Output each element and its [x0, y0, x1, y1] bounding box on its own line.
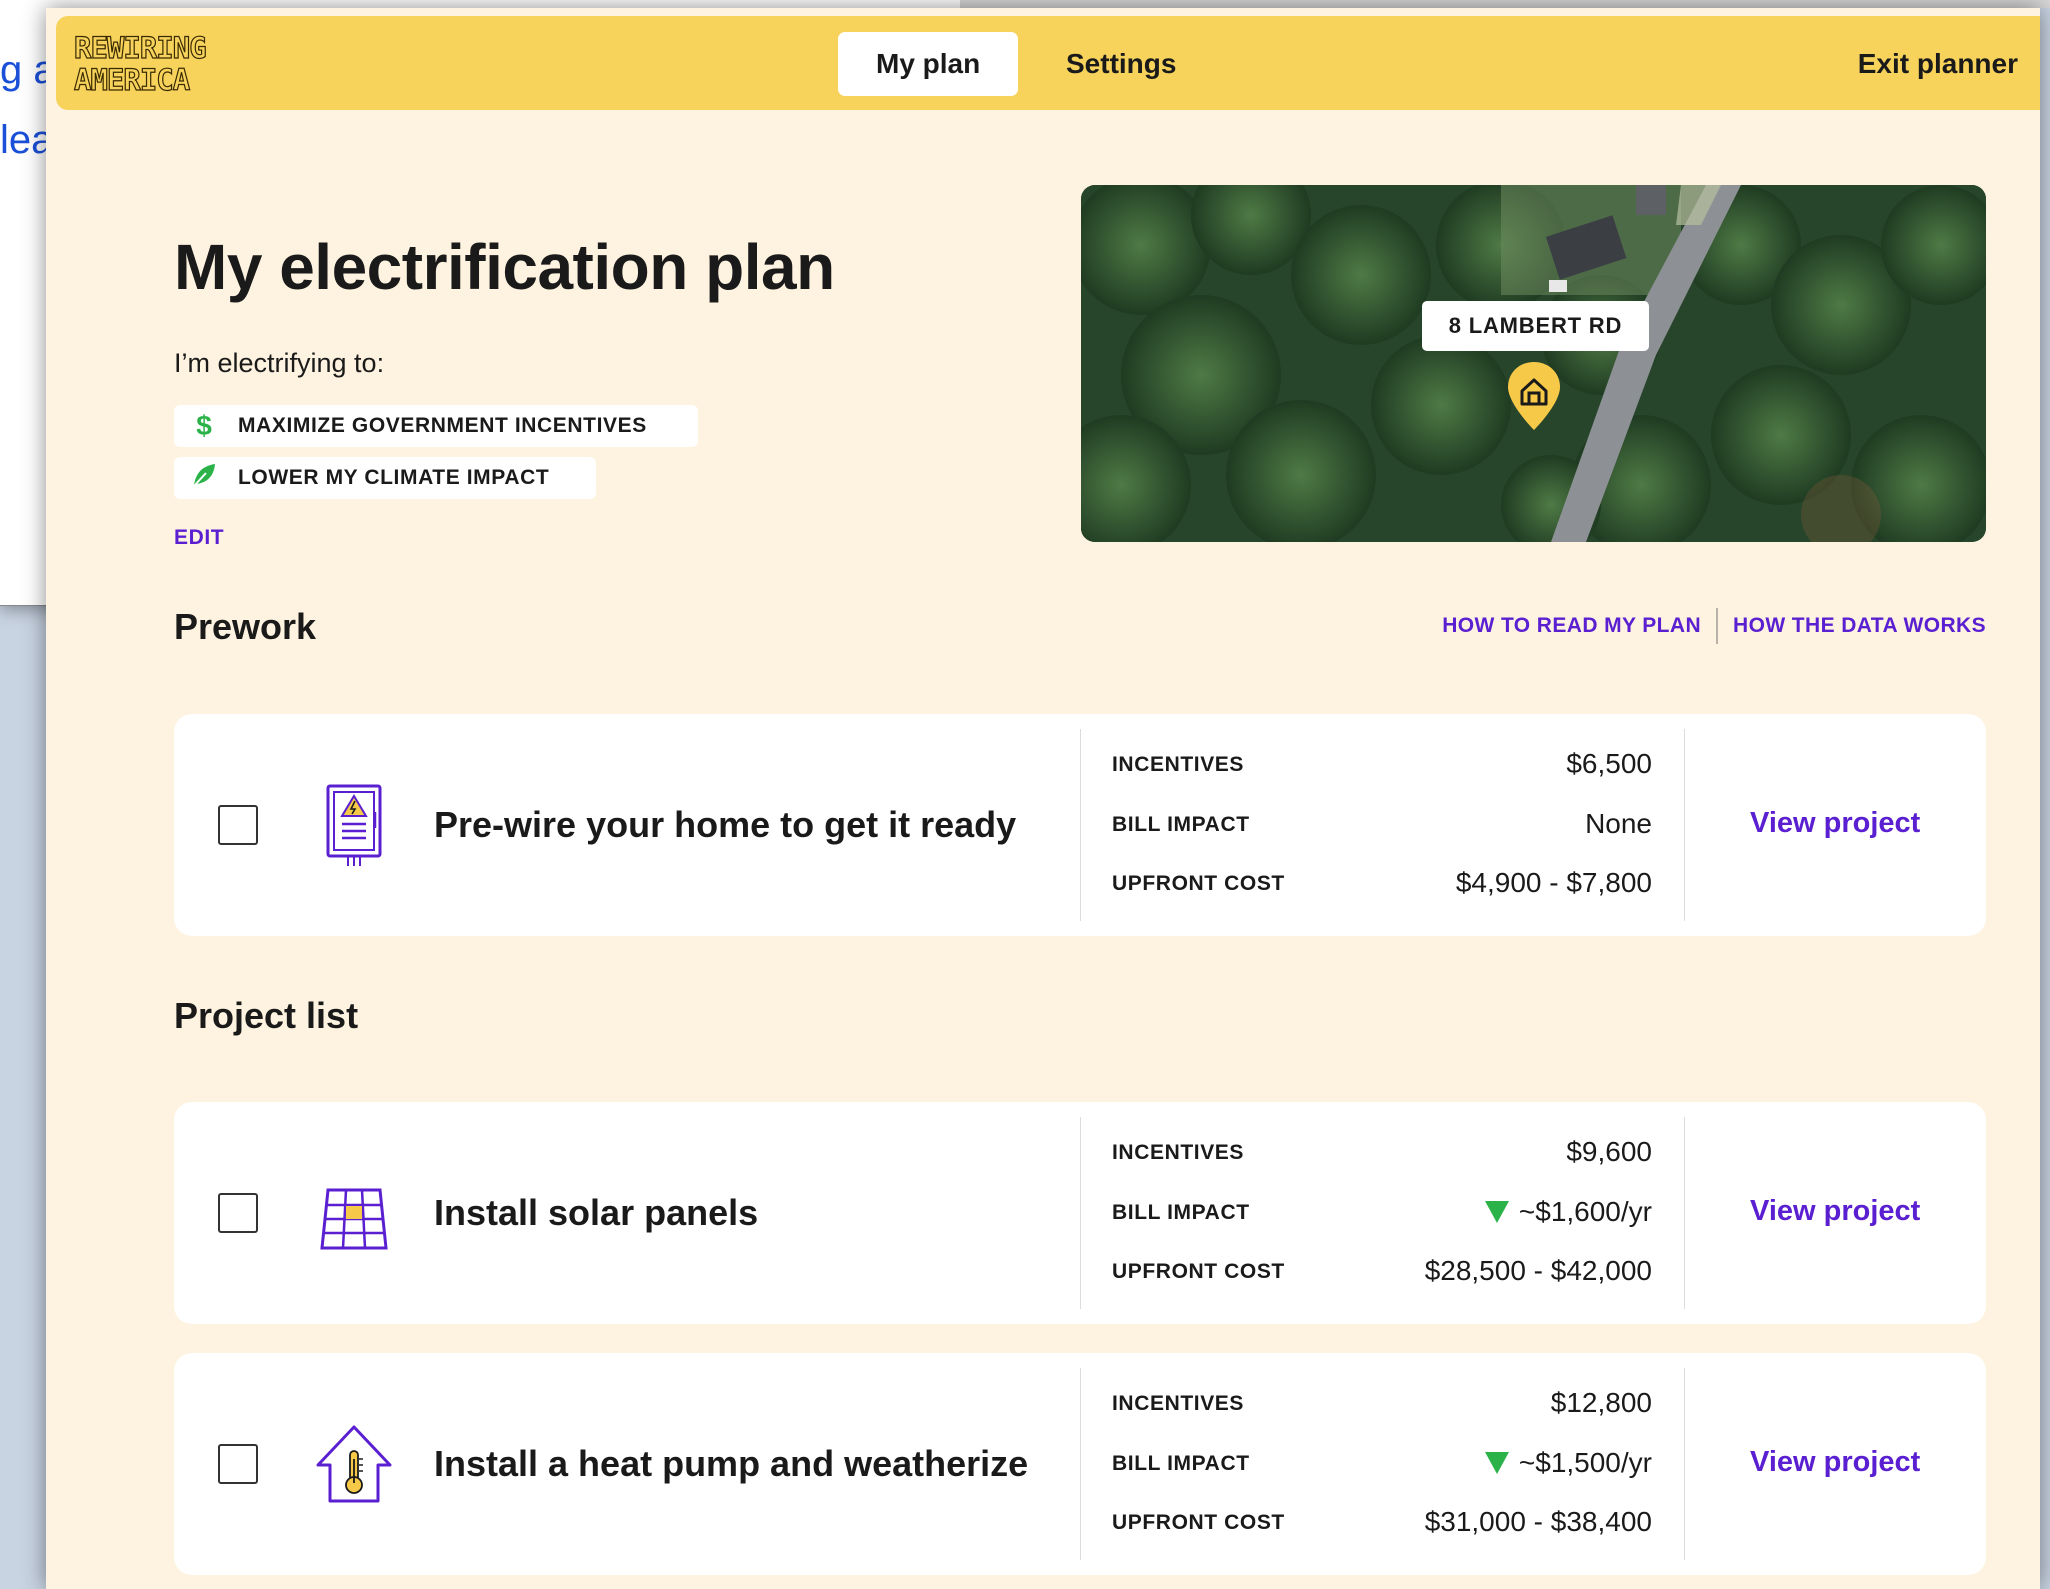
- map-address-label: 8 LAMBERT RD: [1422, 301, 1649, 351]
- incentives-label: INCENTIVES: [1112, 1392, 1245, 1415]
- card-divider: [1684, 729, 1685, 921]
- bill-impact-value: None: [1585, 808, 1652, 840]
- bill-impact-amount: ~$1,500/yr: [1518, 1447, 1652, 1478]
- card-divider: [1080, 729, 1081, 921]
- project-checkbox[interactable]: [218, 1193, 258, 1233]
- upfront-cost-amount: $28,500 - $42,000: [1424, 1255, 1652, 1286]
- goal-label: MAXIMIZE GOVERNMENT INCENTIVES: [238, 414, 647, 437]
- view-project-link[interactable]: View project: [1750, 807, 1920, 840]
- project-list-heading: Project list: [174, 995, 359, 1036]
- upfront-cost-label: UPFRONT COST: [1112, 872, 1285, 895]
- tab-my-plan[interactable]: My plan: [838, 32, 1019, 96]
- view-project-link[interactable]: View project: [1750, 1195, 1920, 1228]
- project-checkbox[interactable]: [218, 805, 258, 845]
- top-nav-bar: REWIRING AMERICA My plan Settings Exit p…: [56, 16, 2040, 110]
- project-checkbox[interactable]: [218, 1444, 258, 1484]
- incentives-value: $12,800: [1551, 1387, 1652, 1419]
- incentives-value: $6,500: [1566, 748, 1652, 780]
- project-card-solar: Install solar panels INCENTIVES $9,600 B…: [174, 1102, 1986, 1324]
- card-divider: [1684, 1117, 1685, 1309]
- how-to-read-link[interactable]: HOW TO READ MY PLAN: [1442, 614, 1701, 638]
- rewiring-america-logo[interactable]: REWIRING AMERICA: [73, 31, 234, 98]
- card-divider: [1684, 1368, 1685, 1560]
- decrease-arrow-icon: [1484, 1201, 1509, 1223]
- upfront-cost-label: UPFRONT COST: [1112, 1260, 1285, 1283]
- bill-impact-label: BILL IMPACT: [1112, 1452, 1250, 1475]
- decrease-arrow-icon: [1484, 1452, 1509, 1474]
- project-title: Pre-wire your home to get it ready: [434, 804, 1017, 845]
- bill-impact-value: ~$1,500/yr: [1484, 1447, 1652, 1479]
- home-pin-icon[interactable]: [1506, 360, 1562, 437]
- incentives-amount: $6,500: [1566, 748, 1652, 779]
- goal-chip-incentives: $ MAXIMIZE GOVERNMENT INCENTIVES: [174, 405, 698, 447]
- project-title: Install a heat pump and weatherize: [434, 1443, 1029, 1484]
- prework-heading: Prework: [174, 606, 317, 647]
- view-project-link[interactable]: View project: [1750, 1446, 1920, 1479]
- project-card-prewire: Pre-wire your home to get it ready INCEN…: [174, 714, 1986, 936]
- link-divider: [1716, 608, 1719, 644]
- incentives-value: $9,600: [1566, 1136, 1652, 1168]
- incentives-amount: $9,600: [1566, 1136, 1652, 1167]
- goal-label: LOWER MY CLIMATE IMPACT: [238, 466, 550, 489]
- bill-impact-label: BILL IMPACT: [1112, 1201, 1250, 1224]
- exit-planner-button[interactable]: Exit planner: [1858, 32, 2018, 96]
- electrifying-to-label: I’m electrifying to:: [174, 348, 385, 378]
- upfront-cost-amount: $4,900 - $7,800: [1455, 867, 1652, 898]
- card-divider: [1080, 1117, 1081, 1309]
- incentives-amount: $12,800: [1550, 1387, 1652, 1418]
- edit-goals-link[interactable]: EDIT: [174, 526, 224, 550]
- upfront-cost-value: $4,900 - $7,800: [1456, 867, 1652, 899]
- upfront-cost-value: $31,000 - $38,400: [1425, 1506, 1652, 1538]
- bill-impact-amount: ~$1,600/yr: [1518, 1196, 1652, 1227]
- tab-settings[interactable]: Settings: [1028, 32, 1214, 96]
- how-data-works-link[interactable]: HOW THE DATA WORKS: [1733, 614, 1986, 638]
- leaf-icon: [184, 461, 224, 496]
- goal-chip-climate: LOWER MY CLIMATE IMPACT: [174, 457, 596, 499]
- electrical-panel-icon: [314, 782, 394, 868]
- page-title: My electrification plan: [174, 231, 835, 303]
- help-links: HOW TO READ MY PLAN HOW THE DATA WORKS: [1442, 608, 1986, 644]
- upfront-cost-amount: $31,000 - $38,400: [1424, 1506, 1652, 1537]
- upfront-cost-value: $28,500 - $42,000: [1425, 1255, 1652, 1287]
- bill-impact-value: ~$1,600/yr: [1484, 1196, 1652, 1228]
- project-card-heat-pump: Install a heat pump and weatherize INCEN…: [174, 1353, 1986, 1575]
- heat-pump-house-icon: [314, 1421, 394, 1507]
- dollar-icon: $: [196, 410, 212, 441]
- bill-impact-label: BILL IMPACT: [1112, 813, 1250, 836]
- background-window-edge: [960, 0, 2050, 8]
- incentives-label: INCENTIVES: [1112, 1141, 1245, 1164]
- logo-line-1: REWIRING: [73, 31, 207, 65]
- incentives-label: INCENTIVES: [1112, 753, 1245, 776]
- card-divider: [1080, 1368, 1081, 1560]
- bill-impact-amount: None: [1585, 808, 1652, 839]
- solar-panel-icon: [314, 1170, 394, 1256]
- planner-app-window: REWIRING AMERICA My plan Settings Exit p…: [46, 8, 2040, 1589]
- logo-line-2: AMERICA: [73, 63, 190, 97]
- project-title: Install solar panels: [434, 1192, 759, 1233]
- upfront-cost-label: UPFRONT COST: [1112, 1511, 1285, 1534]
